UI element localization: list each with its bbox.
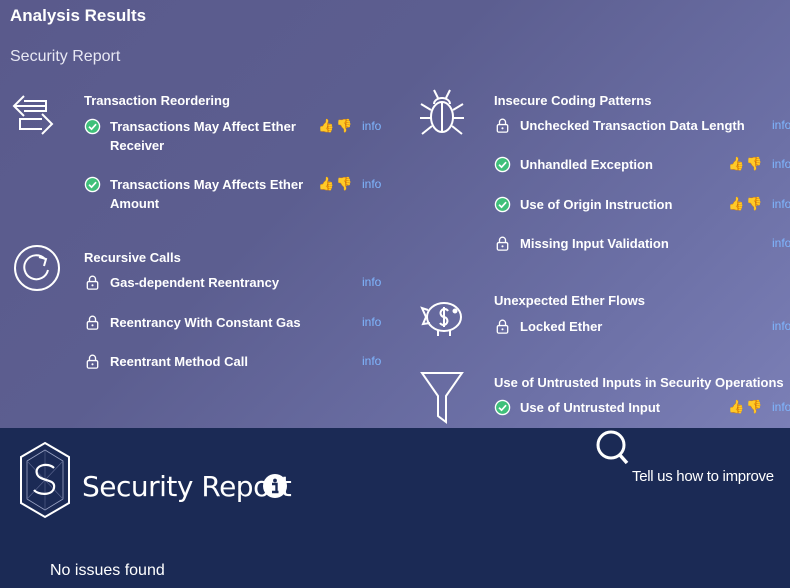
check-circle-icon xyxy=(494,156,511,173)
check-item-constant-gas: Reentrancy With Constant Gas xyxy=(110,315,301,330)
check-item-unchecked-data-length: Unchecked Transaction Data Length xyxy=(520,118,745,133)
refresh-circle-icon xyxy=(14,245,60,291)
chat-bubble-icon[interactable] xyxy=(594,428,630,466)
report-title: Security Report xyxy=(82,470,292,503)
swap-arrows-icon xyxy=(12,95,54,135)
lock-icon xyxy=(496,118,509,133)
bug-icon xyxy=(420,89,464,135)
check-circle-icon xyxy=(494,196,511,213)
info-circle-icon[interactable] xyxy=(262,473,288,499)
check-item-untrusted-input: Use of Untrusted Input xyxy=(520,400,661,415)
check-item-unhandled-exception: Unhandled Exception xyxy=(520,157,653,172)
check-item-locked-ether: Locked Ether xyxy=(520,319,603,334)
security-report-footer: Security Report Tell us how to improve N… xyxy=(0,428,790,588)
check-circle-icon xyxy=(494,399,511,416)
info-link[interactable]: info xyxy=(362,177,381,191)
info-link[interactable]: info xyxy=(362,315,381,329)
lock-icon xyxy=(86,275,99,290)
check-item-ether-amount: Transactions May Affects Ether Amount xyxy=(110,177,304,211)
thumbs-down-icon[interactable]: 👎 xyxy=(746,156,762,172)
analysis-results-panel: Analysis Results Security Report Transac… xyxy=(0,0,790,428)
thumbs-down-icon[interactable]: 👎 xyxy=(336,118,352,134)
category-title-recursive: Recursive Calls xyxy=(84,250,181,265)
info-link[interactable]: info xyxy=(362,354,381,368)
info-link[interactable]: info xyxy=(772,118,790,132)
info-link[interactable]: info xyxy=(362,119,381,133)
check-circle-icon xyxy=(84,118,101,135)
thumbs-up-icon[interactable]: 👍 xyxy=(728,196,744,212)
page-title: Analysis Results xyxy=(10,6,147,25)
no-issues-text: No issues found xyxy=(50,562,165,579)
section-subtitle: Security Report xyxy=(10,48,121,65)
thumbs-up-icon[interactable]: 👍 xyxy=(318,176,334,192)
check-circle-icon xyxy=(84,176,101,193)
category-title-ether-flows: Unexpected Ether Flows xyxy=(494,293,645,308)
thumbs-up-icon[interactable]: 👍 xyxy=(728,156,744,172)
lock-icon xyxy=(496,319,509,334)
info-link[interactable]: info xyxy=(772,197,790,211)
thumbs-up-icon[interactable]: 👍 xyxy=(318,118,334,134)
lock-icon xyxy=(496,236,509,251)
thumbs-down-icon[interactable]: 👎 xyxy=(746,399,762,415)
info-link[interactable]: info xyxy=(772,400,790,414)
check-item-reentrant-call: Reentrant Method Call xyxy=(110,354,248,369)
info-link[interactable]: info xyxy=(772,236,790,250)
category-title-untrusted: Use of Untrusted Inputs in Security Oper… xyxy=(494,375,784,390)
piggy-bank-icon xyxy=(420,302,462,336)
thumbs-down-icon[interactable]: 👎 xyxy=(336,176,352,192)
check-item-gas-reentrancy: Gas-dependent Reentrancy xyxy=(110,275,280,290)
check-item-ether-receiver: Transactions May Affect Ether Receiver xyxy=(110,119,296,153)
check-item-origin-instruction: Use of Origin Instruction xyxy=(520,197,673,212)
check-item-missing-validation: Missing Input Validation xyxy=(520,236,669,251)
thumbs-down-icon[interactable]: 👎 xyxy=(746,196,762,212)
category-title-reordering: Transaction Reordering xyxy=(84,93,230,108)
category-title-insecure: Insecure Coding Patterns xyxy=(494,93,652,108)
feedback-link[interactable]: Tell us how to improve xyxy=(632,468,774,485)
info-link[interactable]: info xyxy=(772,319,790,333)
info-link[interactable]: info xyxy=(772,157,790,171)
lock-icon xyxy=(86,354,99,369)
funnel-icon xyxy=(420,372,464,424)
info-link[interactable]: info xyxy=(362,275,381,289)
lock-icon xyxy=(86,315,99,330)
thumbs-up-icon[interactable]: 👍 xyxy=(728,399,744,415)
shield-logo-icon xyxy=(20,441,70,519)
